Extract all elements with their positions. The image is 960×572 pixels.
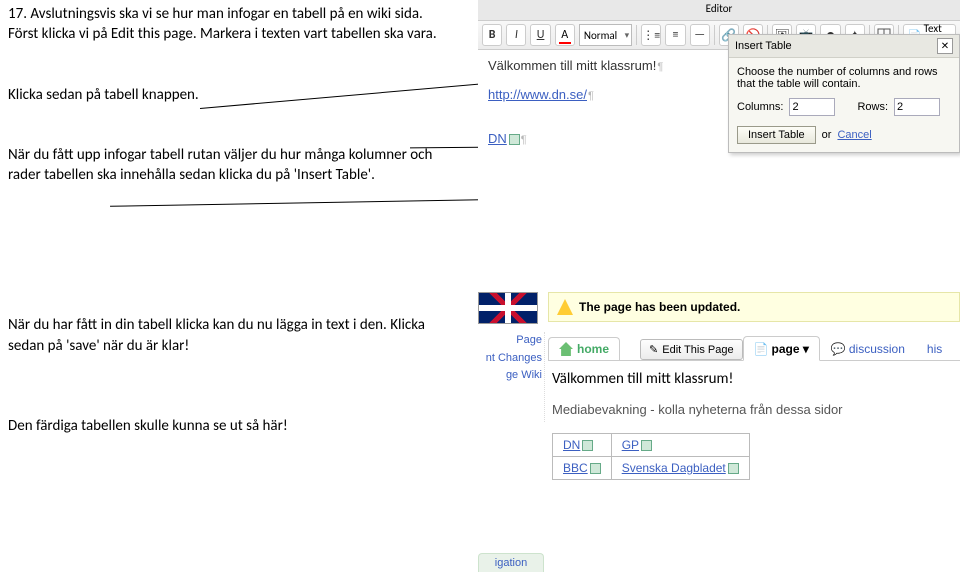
home-tab[interactable]: home [548,337,620,360]
popup-or-text: or [822,129,832,141]
external-link-icon [590,463,601,474]
uk-flag-icon [478,292,538,324]
wiki-subheading: Mediabevakning - kolla nyheterna från de… [552,402,960,417]
toolbar-separator [636,25,637,45]
page-updated-alert: The page has been updated. [548,292,960,322]
ol-button[interactable]: ⋮≡ [641,24,661,46]
home-icon [559,342,573,356]
hr-button[interactable]: — [690,24,710,46]
underline-button[interactable]: U [530,24,550,46]
pilcrow-icon: ¶ [657,61,663,73]
table-row: DN GP [553,434,750,457]
popup-title: Insert Table [735,40,792,52]
text-color-button[interactable]: A [555,24,575,46]
warning-icon [557,299,573,315]
editor-link-dn[interactable]: DN [488,131,507,146]
wiki-tabs: home ✎ Edit This Page 📄page ▾ 💬discussio… [548,332,960,361]
external-link-icon [641,440,652,451]
pencil-icon: ✎ [649,343,658,356]
popup-close-button[interactable]: ✕ [937,38,953,54]
sidebar-item[interactable]: ge Wiki [478,367,542,385]
toolbar-separator [714,25,715,45]
rows-label: Rows: [857,101,888,113]
instruction-choose-cols-rows: När du fått upp infogar tabell rutan väl… [8,145,448,186]
sidebar-item[interactable]: nt Changes [478,350,542,368]
bold-button[interactable]: B [482,24,502,46]
popup-description: Choose the number of columns and rows th… [737,66,951,90]
instruction-finished: Den färdiga tabellen skulle kunna se ut … [8,416,448,436]
discussion-icon: 💬 [831,342,846,356]
wiki-footer-tab[interactable]: igation [478,553,544,572]
italic-button[interactable]: I [506,24,526,46]
sidebar-item[interactable]: Page [478,332,542,350]
ul-button[interactable]: ≡ [665,24,685,46]
close-icon: ✕ [941,41,949,52]
tab-page[interactable]: 📄page ▾ [743,336,820,361]
instruction-click-table: Klicka sedan på tabell knappen. [8,85,448,105]
editor-titlebar: Editor [478,0,960,21]
columns-label: Columns: [737,101,783,113]
insert-table-button[interactable]: Insert Table [737,126,816,144]
pilcrow-icon: ¶ [521,134,527,146]
wiki-heading: Välkommen till mitt klassrum! [552,370,960,388]
instruction-after-insert: När du har fått in din tabell klicka kan… [8,315,448,356]
external-link-icon [728,463,739,474]
tab-discussion[interactable]: 💬discussion [820,336,916,360]
table-row: BBC Svenska Dagbladet [553,457,750,480]
wiki-sidebar: Page nt Changes ge Wiki [478,332,545,422]
page-icon: 📄 [754,342,769,356]
edit-this-page-button[interactable]: ✎ Edit This Page [640,339,743,360]
wiki-links-table: DN GP BBC Svenska Dagbladet [552,433,750,480]
insert-table-popup: Insert Table ✕ Choose the number of colu… [728,34,960,153]
instruction-step-17: 17. Avslutningsvis ska vi se hur man inf… [8,4,448,45]
table-link[interactable]: BBC [563,461,588,475]
wiki-content: Välkommen till mitt klassrum! Mediabevak… [552,370,960,480]
columns-input[interactable] [789,98,835,116]
tab-history[interactable]: his [916,336,953,360]
rows-input[interactable] [894,98,940,116]
editor-text-welcome: Välkommen till mitt klassrum! [488,58,656,73]
table-link[interactable]: Svenska Dagbladet [622,461,726,475]
table-link[interactable]: GP [622,438,639,452]
popup-cancel-link[interactable]: Cancel [837,129,871,141]
table-link[interactable]: DN [563,438,580,452]
editor-link-dn-url[interactable]: http://www.dn.se/ [488,87,587,102]
wiki-panel: The page has been updated. Page nt Chang… [478,286,960,572]
external-link-icon [509,134,520,145]
pilcrow-icon: ¶ [588,90,594,102]
external-link-icon [582,440,593,451]
style-select[interactable]: Normal [579,24,632,46]
